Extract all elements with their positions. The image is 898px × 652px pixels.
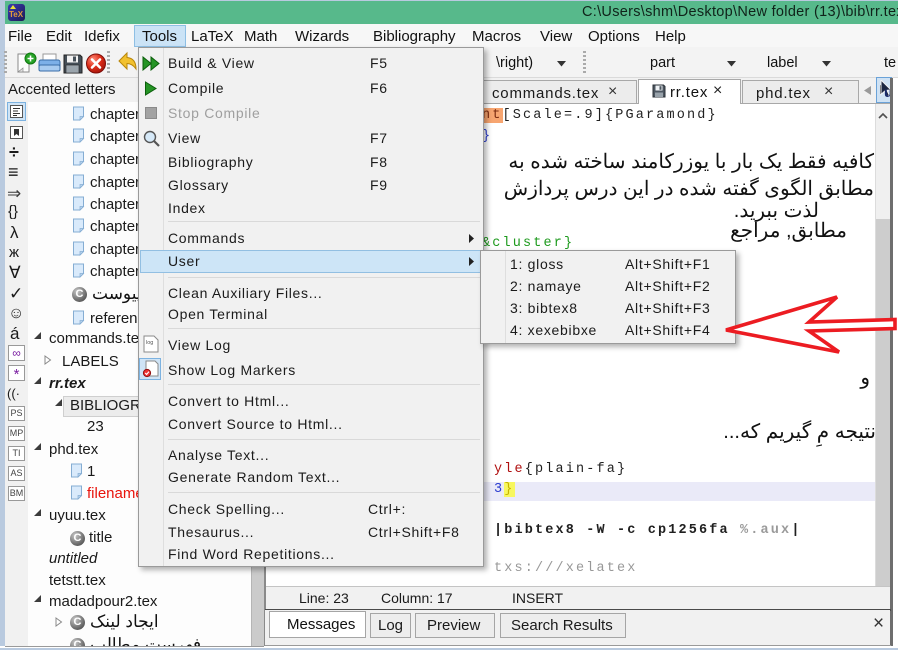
svg-text:log: log	[146, 340, 153, 346]
